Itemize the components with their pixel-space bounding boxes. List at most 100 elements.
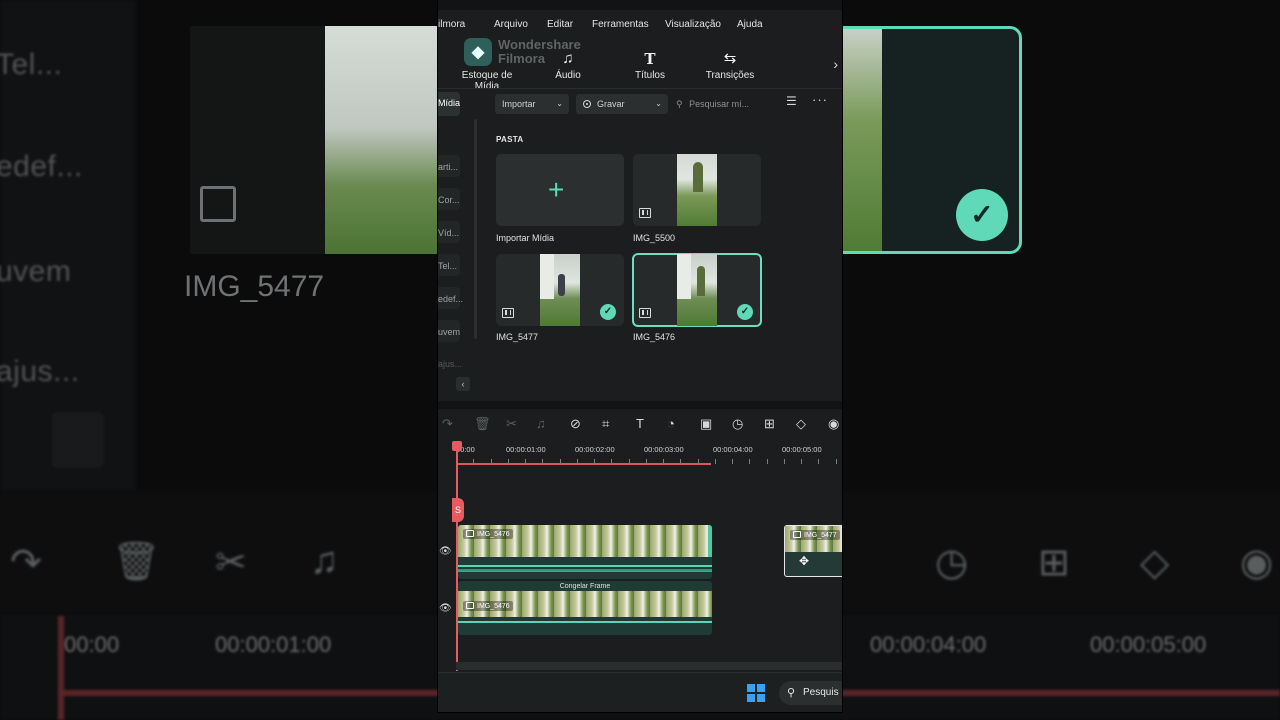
media-card-selected[interactable]: ✓ [632, 253, 762, 327]
audio-split-icon[interactable]: ♫ [536, 416, 546, 431]
sidenav-item[interactable]: arti... [438, 162, 458, 172]
bg-audio-icon: ♫ [310, 540, 339, 582]
video-clip-icon [793, 531, 801, 538]
scissors-icon[interactable]: ✂ [506, 416, 517, 432]
bg-clip-name: IMG_5477 [184, 270, 325, 303]
mask-icon[interactable]: ⊘ [570, 416, 581, 432]
menu-ferramentas[interactable]: Ferramentas [592, 19, 649, 30]
ruler-tick [783, 459, 785, 464]
media-card[interactable]: ✓ [496, 254, 624, 326]
media-search[interactable]: ⚲ [676, 94, 786, 114]
fit-icon[interactable]: ⊞ [764, 416, 775, 432]
record-icon [583, 100, 591, 108]
windows-taskbar: ⚲ Pesquis [438, 672, 842, 712]
import-dropdown[interactable]: Importar ⌄ [495, 94, 569, 114]
ruler-tick [473, 459, 475, 464]
eye-icon[interactable]: 👁 [439, 546, 452, 557]
taskbar-search-label: Pesquis [803, 687, 839, 698]
screen: Tel... edef... uvem ajus... ↷ 🗑 ✂ ♫ ◷ ⊞ … [0, 0, 1280, 720]
trash-icon[interactable]: 🗑 [474, 416, 491, 432]
voice-icon[interactable]: ◉ [828, 416, 839, 432]
video-film-icon [502, 308, 514, 318]
bg-check-icon: ✓ [956, 189, 1008, 241]
sidenav-item[interactable]: Tel... [438, 261, 457, 271]
audio-waveform [458, 561, 712, 577]
media-card-label: IMG_5477 [496, 332, 539, 342]
marker-icon[interactable]: S [452, 498, 464, 522]
ruler-tick [766, 459, 768, 464]
eye-icon[interactable]: 👁 [439, 603, 452, 614]
ruler-tick [559, 459, 561, 464]
media-thumbnail [540, 254, 580, 326]
video-film-icon [639, 208, 651, 218]
timeline-clip-freeze[interactable]: Congelar Frame IMG_5476 [458, 581, 712, 635]
color-icon[interactable]: ▣ [700, 416, 712, 432]
speed-icon[interactable]: ◔ [667, 416, 675, 431]
menu-visualizacao[interactable]: Visualização [665, 19, 721, 30]
filter-icon[interactable]: ☰ [786, 94, 797, 108]
sidenav-item[interactable]: ajus... [438, 359, 462, 369]
filmora-window: ilmora Arquivo Editar Ferramentas Visual… [438, 0, 842, 712]
ruler-tick [576, 459, 578, 464]
ruler-tick [818, 459, 820, 464]
bg-side-label: uvem [0, 255, 72, 288]
bg-trash-icon: 🗑 [112, 541, 161, 583]
import-media-card[interactable]: + [496, 154, 624, 226]
search-icon: ⚲ [676, 99, 683, 109]
sidenav-item[interactable]: Cor... [438, 195, 460, 205]
chevron-down-icon: ⌄ [655, 99, 662, 108]
ruler-tick [801, 459, 802, 464]
bg-crop-icon: ⊞ [1038, 542, 1070, 584]
crop-icon[interactable]: ⌗ [602, 416, 609, 432]
side-nav: Mídia arti... Cor... Víd... Tel... edef.… [438, 89, 482, 401]
bg-keyframe-icon: ◇ [1140, 542, 1170, 584]
ruler-tick [645, 459, 647, 464]
menu-arquivo[interactable]: Arquivo [494, 19, 528, 30]
more-options-icon[interactable]: ··· [812, 92, 828, 107]
timeline-clip-dragging[interactable]: IMG_5477 ✥ [784, 525, 842, 577]
import-dropdown-label: Importar [502, 99, 536, 109]
chevron-right-icon[interactable]: › [833, 56, 838, 72]
sidenav-item[interactable]: uvem [438, 327, 460, 337]
media-card[interactable] [633, 154, 761, 226]
ruler-tick [611, 459, 613, 464]
ruler-tick [594, 459, 595, 464]
text-icon[interactable]: T [636, 416, 644, 431]
toolbar-transitions[interactable]: ⇆ Transições [704, 50, 756, 81]
menu-editar[interactable]: Editar [547, 19, 573, 30]
timeline-ruler[interactable]: 00:00 00:00:01:00 00:00:02:00 00:00:03:0… [456, 441, 842, 467]
logo-text: Wondershare Filmora [498, 38, 581, 66]
record-dropdown[interactable]: Gravar ⌄ [576, 94, 668, 114]
timeline-clip[interactable]: IMG_5476 [458, 525, 712, 579]
check-icon: ✓ [600, 304, 616, 320]
menu-app-name[interactable]: ilmora [438, 19, 465, 30]
bg-scissors-icon: ✂ [215, 542, 247, 584]
keyframe-icon[interactable]: ◇ [796, 416, 806, 432]
search-input[interactable] [689, 99, 770, 109]
collapse-chevron-icon[interactable]: ‹ [456, 377, 470, 391]
plus-icon: + [548, 174, 565, 205]
windows-start-icon[interactable] [747, 684, 765, 702]
toolbar-titles[interactable]: T Títulos [630, 50, 670, 81]
sidenav-item-media[interactable]: Mídia [438, 92, 460, 116]
menu-ajuda[interactable]: Ajuda [737, 19, 763, 30]
media-thumbnail [677, 154, 717, 226]
redo-icon[interactable]: ↷ [442, 416, 453, 432]
record-dropdown-label: Gravar [597, 99, 625, 109]
timeline-scrollbar[interactable] [456, 662, 842, 670]
taskbar-search[interactable]: ⚲ Pesquis [779, 681, 842, 705]
sidenav-item[interactable]: edef... [438, 294, 463, 304]
check-icon: ✓ [737, 304, 753, 320]
sidenav-scrollbar[interactable] [474, 119, 477, 339]
sidenav-item[interactable]: Víd... [438, 228, 459, 238]
ruler-tick [680, 459, 682, 464]
timer-icon[interactable]: ◷ [732, 416, 743, 432]
bg-side-label: edef... [0, 150, 83, 183]
bg-thumbnail [190, 26, 438, 254]
ruler-tick [663, 459, 664, 464]
clip-name: IMG_5476 [477, 531, 510, 538]
ruler-tick [525, 459, 526, 464]
search-icon: ⚲ [787, 687, 796, 699]
bg-timecode: 00:00:01:00 [215, 632, 332, 657]
timecode: 00:00:05:00 [782, 445, 822, 454]
